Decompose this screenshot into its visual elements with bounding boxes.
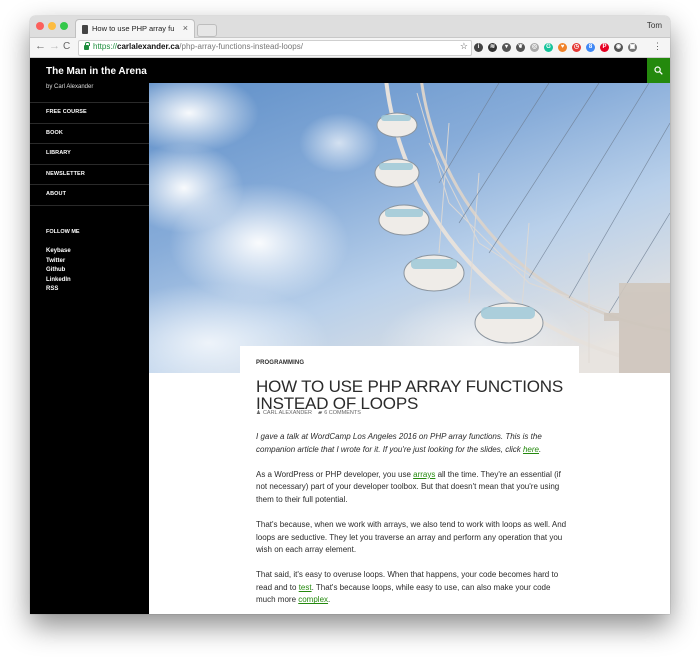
address-bar[interactable]: https://carlalexander.ca/php-array-funct… [78, 40, 472, 56]
window-extension-icon[interactable]: ▣ [628, 43, 637, 52]
nav-item-label: NEWSLETTER [46, 170, 85, 177]
comment-icon: ▰ [317, 410, 323, 416]
follow-link-github[interactable]: Github [46, 266, 71, 276]
follow-link-twitter[interactable]: Twitter [46, 257, 71, 267]
tab-close-icon[interactable]: × [183, 23, 188, 33]
tab-title: How to use PHP array functions instead o… [92, 24, 174, 33]
nav-item-label: LIBRARY [46, 150, 71, 156]
new-tab-button[interactable] [197, 24, 217, 37]
post-author[interactable]: CARL ALEXANDER [263, 410, 312, 416]
search-toggle-button[interactable] [647, 58, 670, 83]
nav-item-free-course[interactable]: FREE COURSE [30, 102, 149, 123]
browser-toolbar: ← → C https://carlalexander.ca/php-array… [30, 38, 670, 58]
badge-extension-icon[interactable]: 8 [586, 43, 595, 52]
lock-icon [84, 42, 90, 50]
url-text[interactable]: https://carlalexander.ca/php-array-funct… [93, 42, 303, 51]
text: I gave a talk at WordCamp Los Angeles 20… [256, 432, 542, 454]
layers-extension-icon[interactable]: ≋ [488, 43, 497, 52]
close-window-button[interactable] [36, 22, 44, 30]
featured-image [149, 83, 670, 373]
post-header: PROGRAMMING HOW TO USE PHP ARRAY FUNCTIO… [240, 346, 579, 614]
site-title[interactable]: The Man in the Arena [46, 66, 147, 77]
grammarly-extension-icon[interactable]: G [544, 43, 553, 52]
clock-extension-icon[interactable]: ◷ [572, 43, 581, 52]
cloud [149, 83, 259, 153]
browser-window: How to use PHP array functions instead o… [30, 16, 670, 614]
pinterest-extension-icon[interactable]: P [600, 43, 609, 52]
back-arrow-icon[interactable]: ← [35, 40, 46, 52]
post-paragraph: I gave a talk at WordCamp Los Angeles 20… [256, 431, 571, 456]
slides-link[interactable]: here [523, 445, 539, 454]
site-sidebar: The Man in the Arena by Carl Alexander F… [30, 58, 149, 614]
nav-item-about[interactable]: ABOUT [30, 184, 149, 206]
follow-link-linkedin[interactable]: LinkedIn [46, 276, 71, 286]
ferris-wheel-illustration [149, 83, 670, 373]
url-scheme: https:// [93, 42, 118, 51]
author-icon: ♟ [256, 410, 261, 416]
fox-extension-icon[interactable]: ♥ [558, 43, 567, 52]
favicon-icon [82, 25, 88, 34]
nav-item-book[interactable]: BOOK [30, 122, 149, 144]
post-comments-link[interactable]: 6 COMMENTS [324, 410, 361, 416]
post-paragraph: As a WordPress or PHP developer, you use… [256, 469, 571, 507]
site-description: by Carl Alexander [46, 84, 94, 90]
reload-icon[interactable]: C [63, 41, 70, 52]
site-header-bar [149, 58, 670, 83]
arrays-link[interactable]: arrays [413, 470, 435, 479]
browser-menu-icon[interactable]: ⋮ [653, 41, 662, 52]
nav-item-label: BOOK [46, 129, 63, 136]
forward-arrow-icon[interactable]: → [49, 40, 60, 52]
post-category-link[interactable]: PROGRAMMING [256, 360, 304, 366]
text: . [539, 444, 542, 454]
test-link[interactable]: test [299, 583, 312, 592]
minimize-window-button[interactable] [48, 22, 56, 30]
nav-item-newsletter[interactable]: NEWSLETTER [30, 163, 149, 185]
nav-item-library[interactable]: LIBRARY [30, 143, 149, 164]
post-paragraph: That said, it's easy to overuse loops. W… [256, 569, 571, 607]
cloud [299, 113, 379, 173]
follow-link-rss[interactable]: RSS [46, 285, 71, 295]
globe-extension-icon[interactable]: ◉ [614, 43, 623, 52]
follow-link-keybase[interactable]: Keybase [46, 247, 71, 257]
post-paragraph: That's because, when we work with arrays… [256, 519, 567, 555]
evernote-extension-icon[interactable]: ❦ [516, 43, 525, 52]
info-extension-icon[interactable]: i [474, 43, 483, 52]
pocket-extension-icon[interactable]: ▾ [502, 43, 511, 52]
search-icon [654, 66, 663, 75]
post-title: HOW TO USE PHP ARRAY FUNCTIONS INSTEAD O… [256, 377, 563, 414]
profile-name[interactable]: Tom [647, 21, 662, 30]
nav-item-label: ABOUT [46, 191, 67, 197]
browser-tab-active[interactable]: How to use PHP array functions instead o… [75, 19, 195, 39]
text: . [328, 595, 331, 605]
post-meta: ♟ CARL ALEXANDER ▰ 6 COMMENTS [256, 410, 361, 416]
bookmark-star-icon[interactable]: ☆ [460, 41, 468, 52]
primary-nav: FREE COURSE BOOK LIBRARY NEWSLETTER ABOU… [30, 102, 149, 206]
text: As a WordPress or PHP developer, you use [256, 469, 414, 479]
nav-item-label: FREE COURSE [46, 109, 87, 115]
complex-link[interactable]: complex [298, 595, 328, 604]
tab-strip: How to use PHP array functions instead o… [30, 16, 670, 39]
follow-me-heading: FOLLOW ME [46, 229, 80, 235]
follow-links: Keybase Twitter Github LinkedIn RSS [46, 247, 71, 295]
web-page: The Man in the Arena by Carl Alexander F… [30, 58, 670, 614]
url-host: carlalexander.ca [117, 42, 180, 51]
extensions-bar: i ≋ ▾ ❦ ◎ G ♥ ◷ 8 P ◉ ▣ [474, 42, 637, 53]
maximize-window-button[interactable] [60, 22, 68, 30]
camera-extension-icon[interactable]: ◎ [530, 43, 539, 52]
post-content: I gave a talk at WordCamp Los Angeles 20… [256, 431, 571, 614]
url-path: /php-array-functions-instead-loops/ [179, 42, 303, 51]
